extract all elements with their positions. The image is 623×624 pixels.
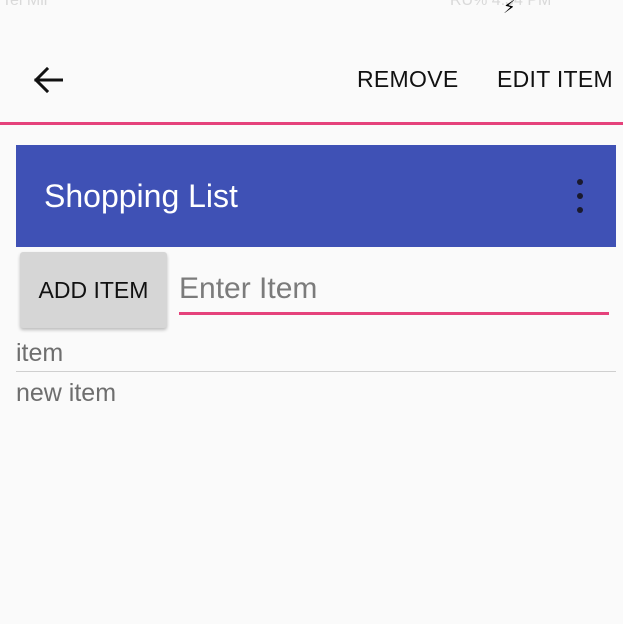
bolt-icon: ⚡︎ [503,0,516,17]
list-divider [16,371,616,372]
status-bar-right-text: RU% 4:34 PM [450,0,552,9]
status-bar-left-text: Tel Mir [2,0,50,9]
overflow-menu-button[interactable] [574,179,586,213]
list-item[interactable]: new item [16,376,616,410]
contextual-action-bar: REMOVE EDIT ITEM [0,30,623,124]
shopping-list: item new item [16,336,616,410]
add-item-button[interactable]: ADD ITEM [20,252,167,328]
edit-item-button[interactable]: EDIT ITEM [497,66,613,93]
more-vert-icon [577,179,583,185]
toolbar: Shopping List [16,145,616,247]
arrow-back-icon [33,67,63,93]
back-button[interactable] [28,60,68,100]
item-input[interactable] [179,266,609,315]
toolbar-title: Shopping List [44,178,238,214]
remove-button[interactable]: REMOVE [357,66,458,93]
list-item[interactable]: item [16,336,616,370]
status-bar: Tel Mir RU% 4:34 PM ⚡︎ [0,0,623,18]
action-bar-divider [0,122,623,125]
